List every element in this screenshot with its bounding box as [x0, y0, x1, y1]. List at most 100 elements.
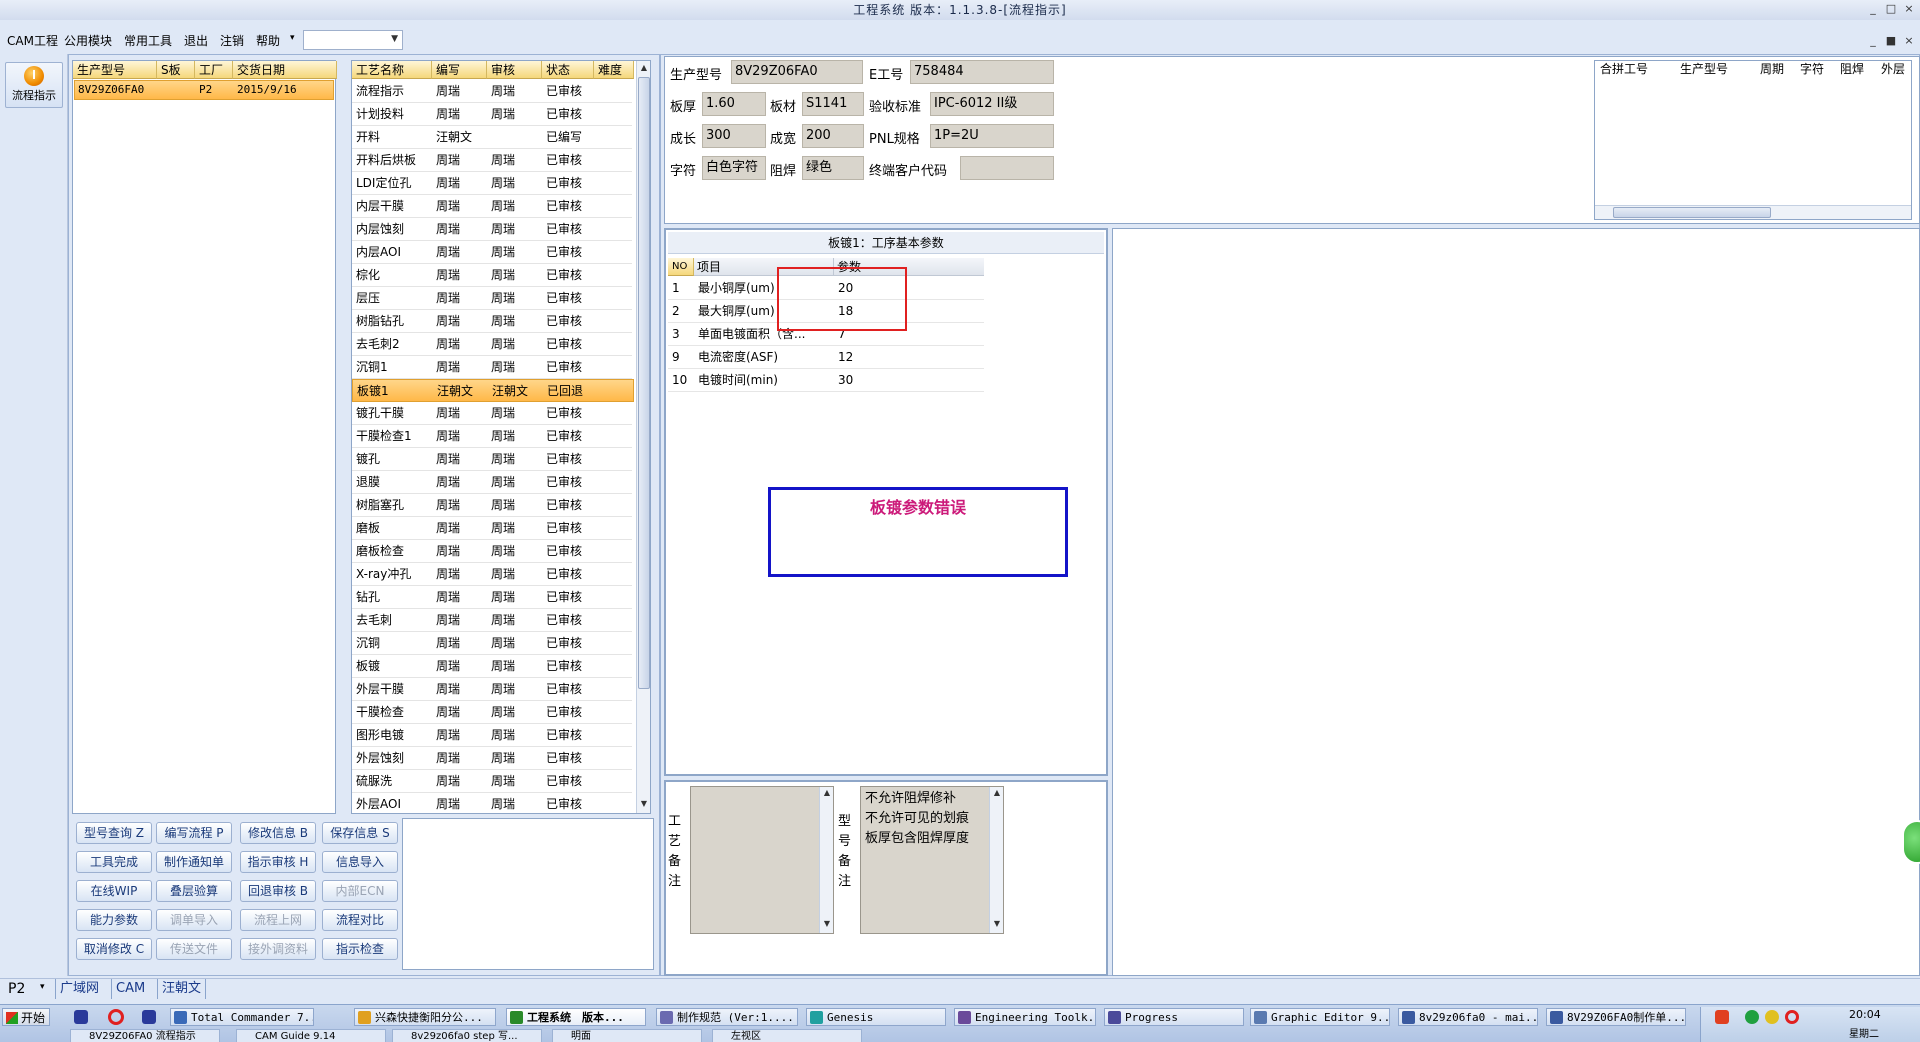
process-row[interactable]: 硫脲洗 周瑞 周瑞 已审核: [352, 770, 632, 793]
tray-network-icon[interactable]: [1745, 1010, 1759, 1024]
action-button[interactable]: 流程上网: [240, 909, 316, 931]
action-button[interactable]: 接外调资料: [240, 938, 316, 960]
field-thickness[interactable]: 1.60: [702, 92, 766, 116]
process-row[interactable]: 干膜检查 周瑞 周瑞 已审核: [352, 701, 632, 724]
factory-selector[interactable]: P2: [8, 981, 25, 997]
menu-tools[interactable]: 常用工具: [124, 32, 172, 49]
process-row[interactable]: 去毛刺2 周瑞 周瑞 已审核: [352, 333, 632, 356]
scroll-up-icon[interactable]: ▲: [637, 63, 650, 72]
action-button[interactable]: 修改信息 B: [240, 822, 316, 844]
action-button[interactable]: 指示检查: [322, 938, 398, 960]
notes-textbox[interactable]: [402, 818, 654, 970]
tray-app-icon[interactable]: [1715, 1010, 1729, 1024]
mdi-restore-button[interactable]: ■: [1882, 32, 1900, 50]
action-button[interactable]: 回退审核 B: [240, 880, 316, 902]
hscroll-thumb[interactable]: [1613, 207, 1771, 218]
col-merge-outer[interactable]: 外层: [1881, 58, 1905, 80]
scroll-down-icon[interactable]: ▼: [820, 919, 834, 928]
col-merge-model[interactable]: 生产型号: [1680, 58, 1728, 80]
process-row[interactable]: 退膜 周瑞 周瑞 已审核: [352, 471, 632, 494]
col-no[interactable]: NO: [668, 258, 694, 276]
menu-public[interactable]: 公用模块: [64, 32, 112, 49]
maximize-button[interactable]: □: [1882, 0, 1900, 18]
process-row[interactable]: 镀孔 周瑞 周瑞 已审核: [352, 448, 632, 471]
action-button[interactable]: 工具完成: [76, 851, 152, 873]
process-row[interactable]: 内层蚀刻 周瑞 周瑞 已审核: [352, 218, 632, 241]
action-button[interactable]: 制作通知单: [156, 851, 232, 873]
model-remark-scrollbar[interactable]: ▲ ▼: [989, 787, 1003, 933]
field-model[interactable]: 8V29Z06FA0: [731, 60, 863, 84]
field-char[interactable]: 白色字符: [702, 156, 766, 180]
param-row[interactable]: 10 电镀时间(min) 30: [668, 369, 984, 392]
process-row[interactable]: 流程指示 周瑞 周瑞 已审核: [352, 80, 632, 103]
action-button[interactable]: 流程对比: [322, 909, 398, 931]
process-row[interactable]: 去毛刺 周瑞 周瑞 已审核: [352, 609, 632, 632]
process-row[interactable]: 内层干膜 周瑞 周瑞 已审核: [352, 195, 632, 218]
process-row[interactable]: 沉铜 周瑞 周瑞 已审核: [352, 632, 632, 655]
taskbar-item[interactable]: 工程系统 版本...: [506, 1008, 646, 1026]
process-row[interactable]: 树脂塞孔 周瑞 周瑞 已审核: [352, 494, 632, 517]
col-factory[interactable]: 工厂: [195, 61, 233, 79]
process-row[interactable]: 干膜检查1 周瑞 周瑞 已审核: [352, 425, 632, 448]
param-row[interactable]: 9 电流密度(ASF) 12: [668, 346, 984, 369]
action-button[interactable]: 传送文件: [156, 938, 232, 960]
field-pnl[interactable]: 1P=2U: [930, 124, 1054, 148]
toolbar-combo[interactable]: ▼: [303, 30, 403, 50]
process-row[interactable]: 镀孔干膜 周瑞 周瑞 已审核: [352, 402, 632, 425]
table-row[interactable]: 8V29Z06FA0 P2 2015/9/16: [74, 80, 334, 100]
process-remark-box[interactable]: ▲ ▼: [690, 786, 834, 934]
col-model[interactable]: 生产型号: [73, 61, 157, 79]
col-merge-cycle[interactable]: 周期: [1760, 58, 1784, 80]
process-row[interactable]: 沉铜1 周瑞 周瑞 已审核: [352, 356, 632, 379]
action-button[interactable]: 叠层验算: [156, 880, 232, 902]
taskbar-item-row2[interactable]: 8v29z06fa0 step 写...: [392, 1029, 542, 1042]
field-eno[interactable]: 758484: [910, 60, 1054, 84]
taskbar-item[interactable]: 兴森快捷衡阳分公...: [354, 1008, 496, 1026]
taskbar-item-row2[interactable]: 左视区: [712, 1029, 862, 1042]
field-width[interactable]: 200: [802, 124, 864, 148]
menu-help[interactable]: 帮助: [256, 32, 280, 49]
process-scrollbar[interactable]: ▲ ▼: [636, 61, 650, 813]
taskbar-item-row2[interactable]: CAM Guide 9.14: [236, 1029, 386, 1042]
tray-update-icon[interactable]: [1765, 1010, 1779, 1024]
taskbar-item-row2[interactable]: 8V29Z06FA0 流程指示: [70, 1029, 220, 1042]
clock[interactable]: 20:04: [1849, 1008, 1881, 1021]
col-merge-char[interactable]: 字符: [1800, 58, 1824, 80]
start-button[interactable]: 开始: [2, 1008, 50, 1026]
menu-logout[interactable]: 注销: [220, 32, 244, 49]
process-row[interactable]: 层压 周瑞 周瑞 已审核: [352, 287, 632, 310]
scroll-up-icon[interactable]: ▲: [820, 788, 834, 797]
col-s[interactable]: S板: [157, 61, 195, 79]
process-row[interactable]: 树脂钻孔 周瑞 周瑞 已审核: [352, 310, 632, 333]
process-row[interactable]: 内层AOI 周瑞 周瑞 已审核: [352, 241, 632, 264]
process-row[interactable]: LDI定位孔 周瑞 周瑞 已审核: [352, 172, 632, 195]
col-difficulty[interactable]: 难度: [594, 61, 634, 79]
action-button[interactable]: 信息导入: [322, 851, 398, 873]
process-row[interactable]: 磨板 周瑞 周瑞 已审核: [352, 517, 632, 540]
menu-exit[interactable]: 退出: [184, 32, 208, 49]
process-row[interactable]: 外层AOI 周瑞 周瑞 已审核: [352, 793, 632, 813]
process-row[interactable]: X-ray冲孔 周瑞 周瑞 已审核: [352, 563, 632, 586]
scroll-thumb[interactable]: [638, 77, 650, 689]
process-row[interactable]: 钻孔 周瑞 周瑞 已审核: [352, 586, 632, 609]
process-row[interactable]: 开料 汪朝文 已编写: [352, 126, 632, 149]
taskbar-item[interactable]: Total Commander 7...: [170, 1008, 314, 1026]
action-button[interactable]: 调单导入: [156, 909, 232, 931]
quicklaunch-tool-icon[interactable]: [142, 1010, 156, 1024]
field-mask[interactable]: 绿色: [802, 156, 864, 180]
quicklaunch-browser-icon[interactable]: [108, 1009, 124, 1025]
taskbar-item[interactable]: 8V29Z06FA0制作单...: [1546, 1008, 1686, 1026]
scroll-down-icon[interactable]: ▼: [990, 919, 1004, 928]
process-remark-scrollbar[interactable]: ▲ ▼: [819, 787, 833, 933]
taskbar-item[interactable]: 8v29z06fa0 - mai...: [1398, 1008, 1538, 1026]
close-button[interactable]: ×: [1900, 0, 1918, 18]
process-row[interactable]: 板镀 周瑞 周瑞 已审核: [352, 655, 632, 678]
col-status[interactable]: 状态: [542, 61, 594, 79]
col-merge-no[interactable]: 合拼工号: [1600, 58, 1648, 80]
scroll-down-icon[interactable]: ▼: [637, 799, 650, 808]
action-button[interactable]: 指示审核 H: [240, 851, 316, 873]
taskbar-item[interactable]: Graphic Editor 9....: [1250, 1008, 1390, 1026]
field-accept[interactable]: IPC-6012 II级: [930, 92, 1054, 116]
tray-browser-icon[interactable]: [1785, 1010, 1799, 1024]
col-merge-mask[interactable]: 阻焊: [1840, 58, 1864, 80]
